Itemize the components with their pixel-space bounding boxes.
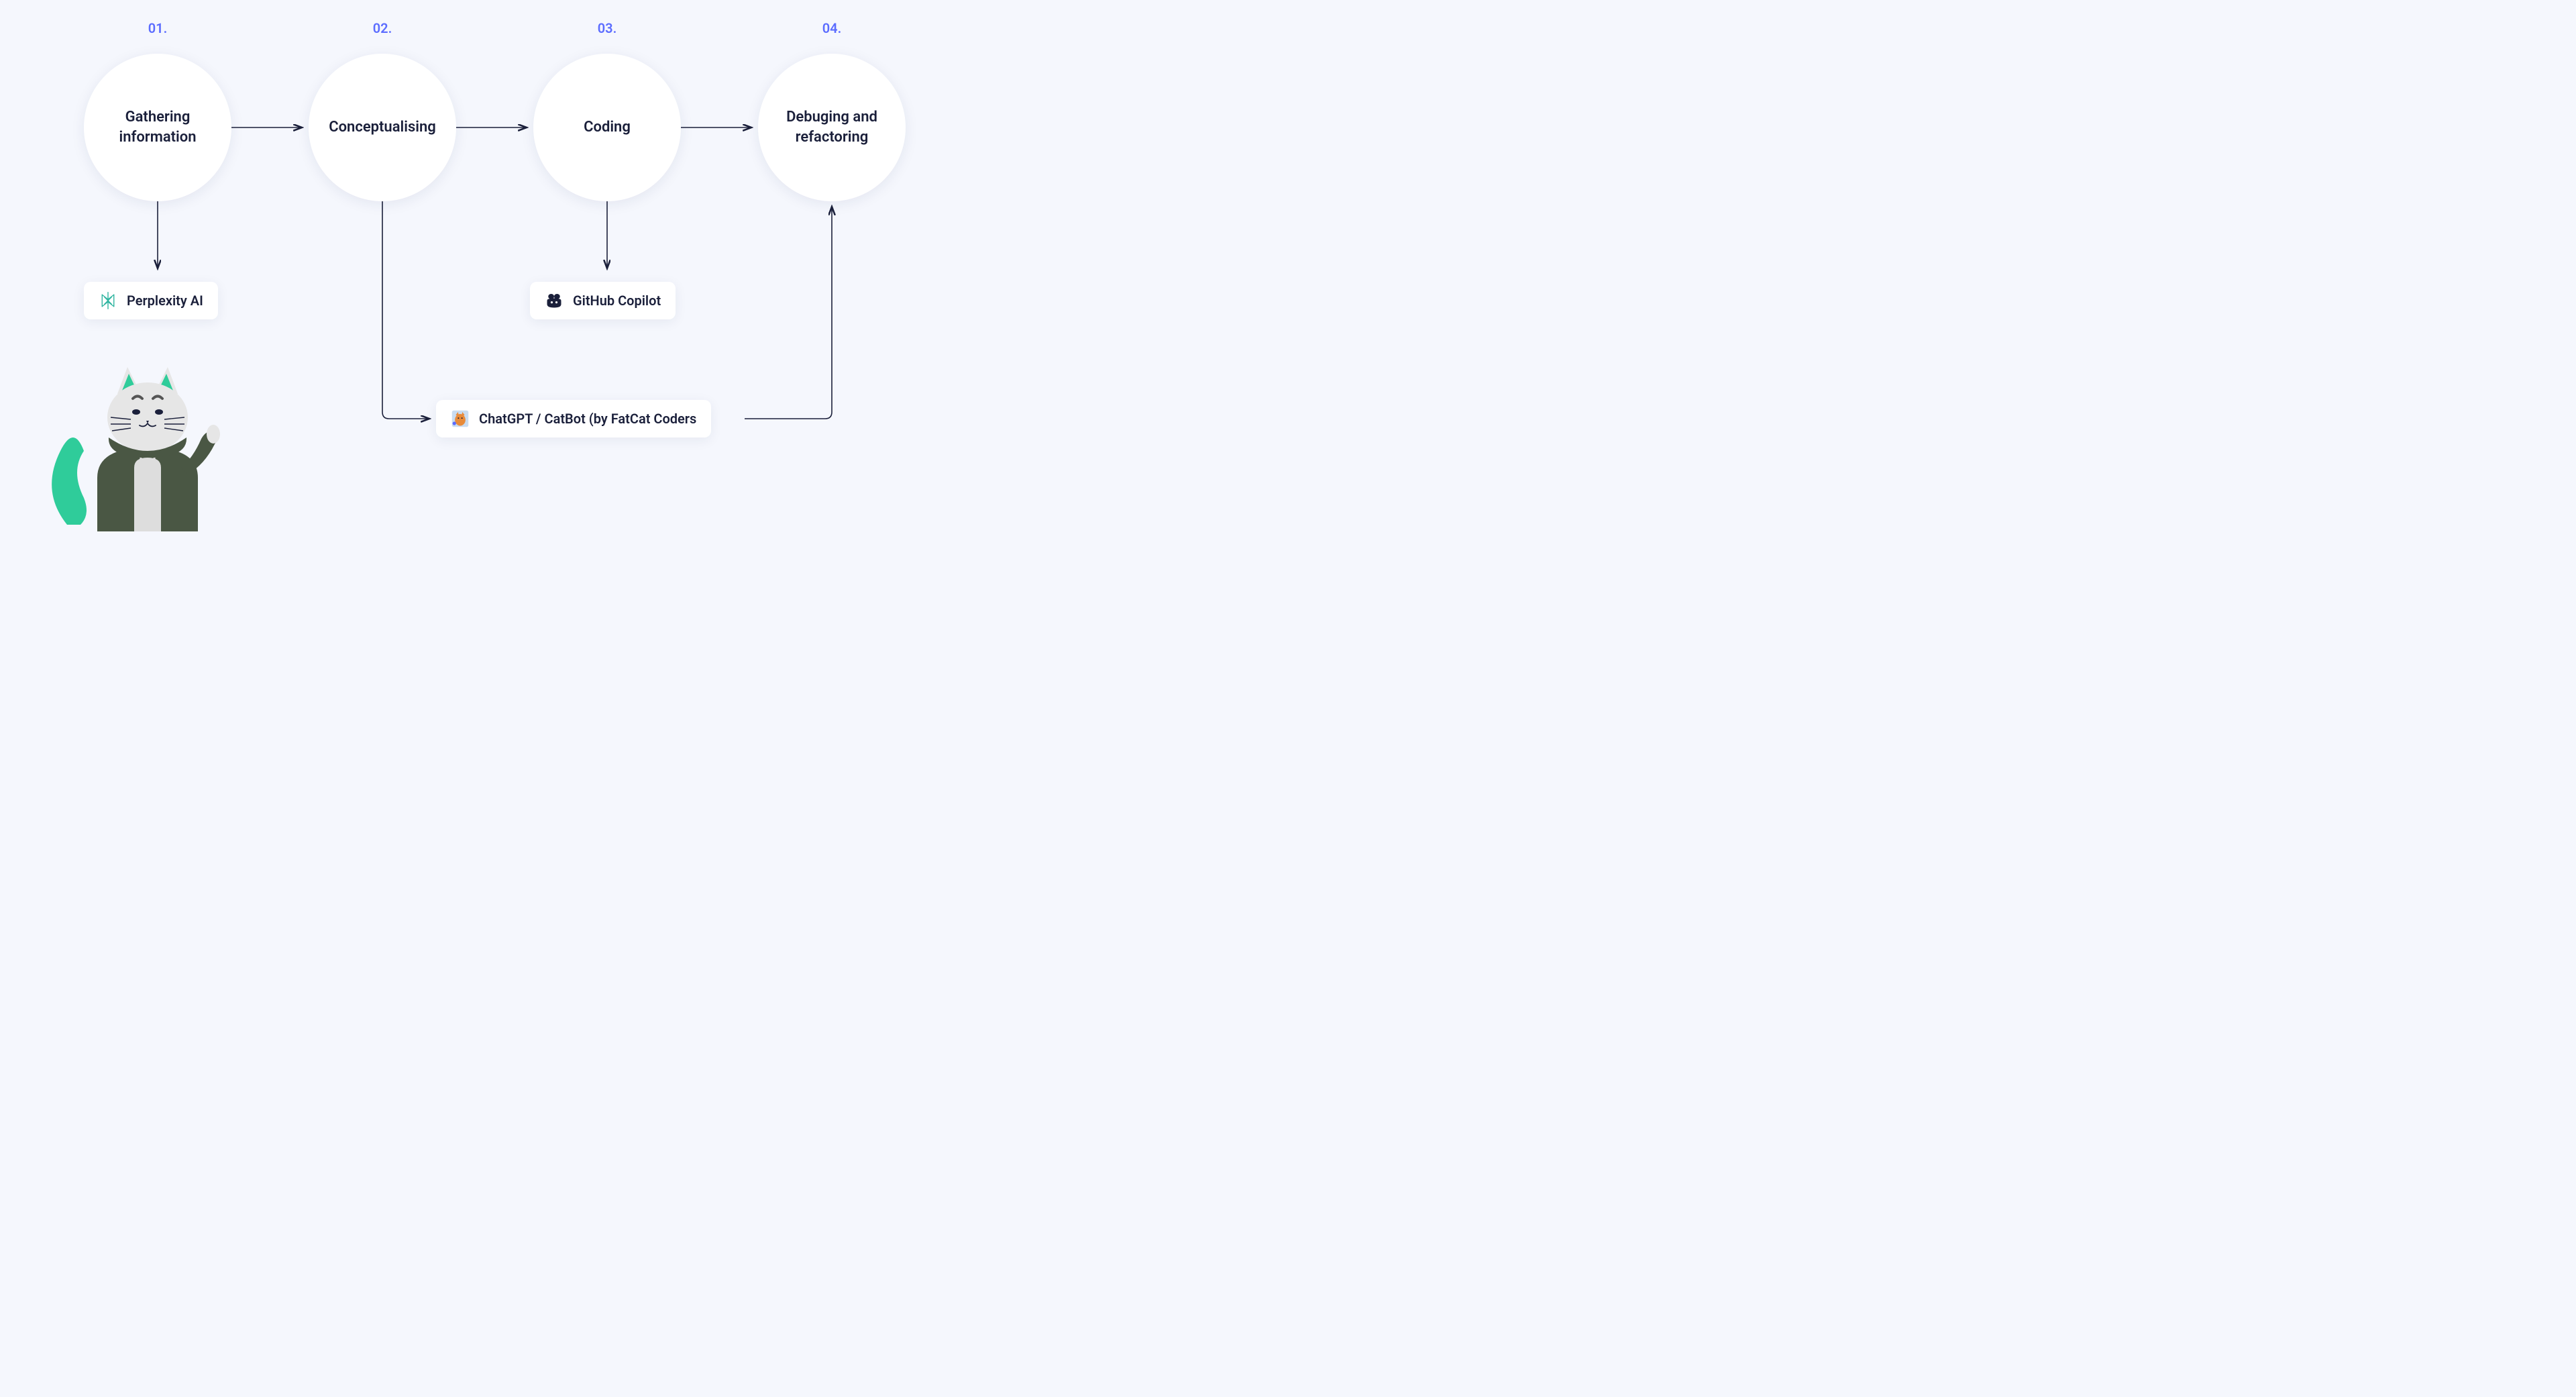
arrow-down-3 [600,201,614,275]
step-number-2: 02. [356,20,409,36]
arrow-3-4 [681,121,758,134]
step-circle-2: Conceptualising [309,54,456,201]
step-number-3: 03. [580,20,634,36]
step-number-1: 01. [131,20,184,36]
step-circle-3: Coding [533,54,681,201]
arrow-down-1 [151,201,164,275]
tool-card-copilot: GitHub Copilot [530,282,676,319]
tool-label-copilot: GitHub Copilot [573,293,661,309]
arrow-2-3 [456,121,533,134]
tool-card-chatgpt: ChatGPT / CatBot (by FatCat Coders [436,400,711,437]
perplexity-icon [99,291,117,310]
tool-label-perplexity: Perplexity AI [127,293,203,309]
diagram-canvas: 01. 02. 03. 04. Gathering information Co… [0,0,993,531]
arrow-1-2 [231,121,309,134]
arrow-elbow-2-chatgpt [376,201,436,436]
step-circle-4: Debuging and refactoring [758,54,906,201]
step-label-2: Conceptualising [329,117,436,138]
copilot-icon [545,291,564,310]
mascot-cat [47,357,248,531]
step-number-4: 04. [805,20,859,36]
catbot-icon [451,409,470,428]
step-label-4: Debuging and refactoring [771,107,892,147]
tool-label-chatgpt: ChatGPT / CatBot (by FatCat Coders [479,411,696,427]
step-circle-1: Gathering information [84,54,231,201]
tool-card-perplexity: Perplexity AI [84,282,218,319]
arrow-elbow-chatgpt-4 [745,201,845,436]
step-label-1: Gathering information [97,107,218,147]
step-label-3: Coding [584,117,631,138]
